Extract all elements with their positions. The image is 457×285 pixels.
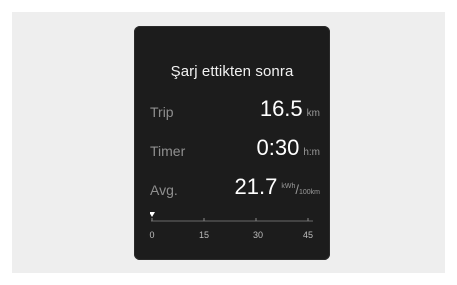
trip-label: Trip	[150, 104, 174, 120]
scale-tick-label: 30	[252, 230, 264, 240]
average-unit: kWh/100km	[281, 181, 320, 199]
trip-row: Trip 16.5 km	[150, 96, 320, 126]
consumption-scale: 0 15 30 45	[149, 210, 314, 250]
scale-pointer-icon	[150, 212, 155, 217]
scale-tick-label: 0	[149, 230, 155, 240]
average-unit-denominator: 100km	[298, 189, 320, 196]
scale-tick-label: 45	[302, 230, 314, 240]
trip-info-display: Şarj ettikten sonra Trip 16.5 km Timer 0:…	[134, 26, 330, 260]
scale-tick-label: 15	[198, 230, 210, 240]
display-title: Şarj ettikten sonra	[170, 63, 294, 80]
timer-value-group: 0:30 h:m	[257, 135, 321, 161]
average-unit-numerator: kWh	[281, 183, 296, 190]
timer-value: 0:30	[256, 135, 300, 160]
average-value: 21.7	[234, 174, 278, 199]
scale-graphic	[150, 212, 313, 222]
average-label: Avg.	[150, 182, 178, 198]
average-row: Avg. 21.7 kWh/100km	[150, 174, 320, 204]
timer-row: Timer 0:30 h:m	[150, 135, 320, 165]
timer-unit: h:m	[303, 147, 320, 158]
trip-value-group: 16.5 km	[260, 96, 320, 122]
timer-label: Timer	[150, 143, 186, 159]
trip-unit: km	[306, 108, 320, 119]
average-value-group: 21.7 kWh/100km	[235, 174, 320, 200]
trip-value: 16.5	[259, 96, 303, 121]
